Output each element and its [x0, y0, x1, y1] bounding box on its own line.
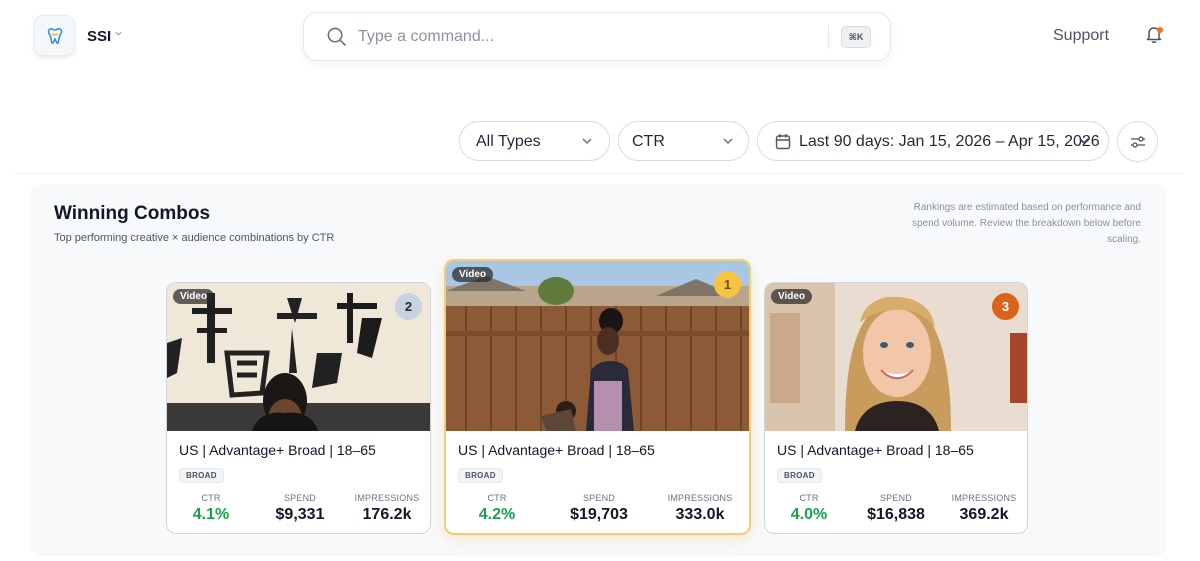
ctr-metric: CTR 4.0% — [779, 493, 839, 524]
type-filter-label: All Types — [476, 133, 541, 150]
ctr-metric: CTR 4.1% — [181, 493, 241, 524]
ctr-value: 4.2% — [478, 506, 516, 523]
filter-settings-button[interactable] — [1117, 121, 1158, 162]
support-link[interactable]: Support — [1053, 27, 1109, 45]
combo-card-rank-2[interactable]: Video 2 US | Advantage+ Broad | 18–65 BR… — [166, 282, 431, 534]
top-bar: SSI ⌘K Support — [0, 0, 1200, 80]
impressions-label: IMPRESSIONS — [354, 493, 420, 503]
search-divider — [828, 25, 829, 49]
video-thumbnail[interactable]: Video 1 — [446, 261, 749, 431]
audience-title: US | Advantage+ Broad | 18–65 — [777, 442, 974, 458]
ctr-label: CTR — [201, 493, 221, 503]
ctr-value: 4.0% — [790, 506, 828, 523]
command-input[interactable] — [358, 25, 808, 49]
video-thumbnail[interactable]: Video 3 — [765, 283, 1027, 431]
impressions-value: 333.0k — [675, 506, 725, 523]
command-search[interactable]: ⌘K — [303, 12, 891, 61]
combo-card-rank-3[interactable]: Video 3 US | Advantage+ Broad | 18–65 BR… — [764, 282, 1028, 534]
combo-card-rank-1[interactable]: Video 1 US | Advantage+ Broad | 18–65 BR… — [444, 259, 751, 535]
impressions-value: 369.2k — [959, 506, 1009, 523]
video-thumbnail[interactable]: Video 2 — [167, 283, 430, 431]
org-logo[interactable] — [34, 15, 75, 56]
audience-tag: BROAD — [179, 468, 224, 483]
search-icon — [326, 26, 347, 52]
chevron-down-icon — [722, 133, 734, 154]
impressions-metric: IMPRESSIONS 369.2k — [948, 493, 1020, 524]
rank-badge: 1 — [714, 271, 741, 298]
ctr-label: CTR — [487, 493, 507, 503]
rank-badge: 3 — [992, 293, 1019, 320]
audience-title: US | Advantage+ Broad | 18–65 — [458, 442, 655, 458]
video-badge: Video — [173, 289, 215, 304]
spend-value: $9,331 — [275, 506, 325, 523]
impressions-metric: IMPRESSIONS 176.2k — [351, 493, 423, 524]
panel-subtitle: Top performing creative × audience combi… — [54, 232, 335, 244]
ctr-value: 4.1% — [192, 506, 230, 523]
spend-value: $19,703 — [570, 506, 628, 523]
sliders-icon — [1130, 135, 1145, 148]
date-range-dropdown[interactable]: Last 90 days: Jan 15, 2026 – Apr 15, 202… — [757, 121, 1109, 161]
spend-metric: SPEND $19,703 — [560, 493, 638, 524]
shortcut-badge: ⌘K — [841, 26, 871, 48]
impressions-metric: IMPRESSIONS 333.0k — [662, 493, 738, 524]
header-divider — [14, 173, 1184, 174]
audience-title: US | Advantage+ Broad | 18–65 — [179, 442, 376, 458]
ctr-label: CTR — [799, 493, 819, 503]
spend-metric: SPEND $9,331 — [265, 493, 335, 524]
org-name[interactable]: SSI — [87, 28, 111, 45]
audience-tag: BROAD — [458, 468, 503, 483]
spend-value: $16,838 — [867, 506, 925, 523]
tooth-logo-icon — [47, 27, 62, 44]
spend-label: SPEND — [582, 493, 615, 503]
date-range-label: Last 90 days: Jan 15, 2026 – Apr 15, 202… — [799, 133, 1100, 150]
calendar-icon — [775, 133, 791, 155]
video-badge: Video — [452, 267, 494, 282]
ranking-note: Rankings are estimated based on performa… — [911, 202, 1141, 245]
org-chevron-down-icon[interactable] — [114, 29, 123, 41]
chevron-down-icon — [1078, 133, 1090, 154]
video-badge: Video — [771, 289, 813, 304]
metric-filter-label: CTR — [632, 133, 665, 150]
audience-tag: BROAD — [777, 468, 822, 483]
spend-metric: SPEND $16,838 — [861, 493, 931, 524]
spend-label: SPEND — [283, 493, 316, 503]
type-filter-dropdown[interactable]: All Types — [459, 121, 610, 161]
notification-dot — [1157, 27, 1163, 33]
impressions-label: IMPRESSIONS — [951, 493, 1017, 503]
spend-label: SPEND — [879, 493, 912, 503]
ctr-metric: CTR 4.2% — [466, 493, 528, 524]
impressions-value: 176.2k — [362, 506, 412, 523]
impressions-label: IMPRESSIONS — [667, 493, 733, 503]
rank-badge: 2 — [395, 293, 422, 320]
chevron-down-icon — [581, 133, 593, 154]
panel-title: Winning Combos — [54, 203, 211, 224]
metric-filter-dropdown[interactable]: CTR — [618, 121, 749, 161]
